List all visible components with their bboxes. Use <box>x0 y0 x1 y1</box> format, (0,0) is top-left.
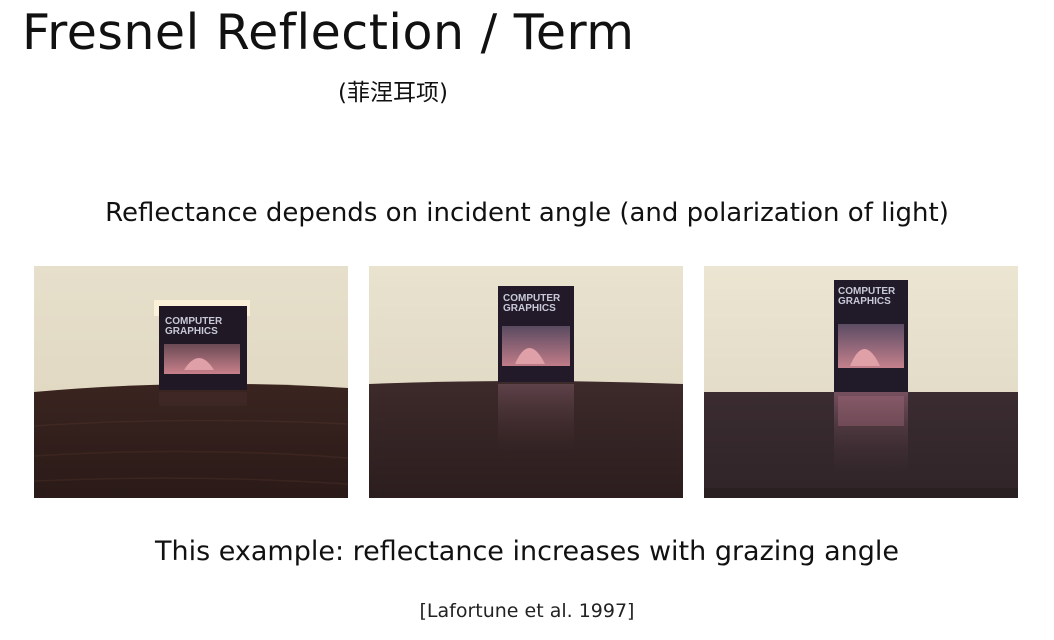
caption-top: Reflectance depends on incident angle (a… <box>105 198 949 228</box>
caption-bottom: This example: reflectance increases with… <box>154 536 900 567</box>
photo-3: COMPUTER GRAPHICS <box>704 266 1018 498</box>
book-title-2b: GRAPHICS <box>503 303 556 314</box>
slide-subtitle: (菲涅耳项) <box>338 80 448 106</box>
book-title-3b: GRAPHICS <box>838 296 891 307</box>
photo-1: COMPUTER GRAPHICS <box>34 266 348 498</box>
photo-2: COMPUTER GRAPHICS <box>369 266 683 498</box>
photo-1-image: COMPUTER GRAPHICS <box>34 266 348 498</box>
photo-3-image: COMPUTER GRAPHICS <box>704 266 1018 498</box>
book-title-1b: GRAPHICS <box>165 326 218 337</box>
citation: [Lafortune et al. 1997] <box>419 600 635 622</box>
photo-2-image: COMPUTER GRAPHICS <box>369 266 683 498</box>
slide-title: Fresnel Reflection / Term <box>22 4 635 61</box>
